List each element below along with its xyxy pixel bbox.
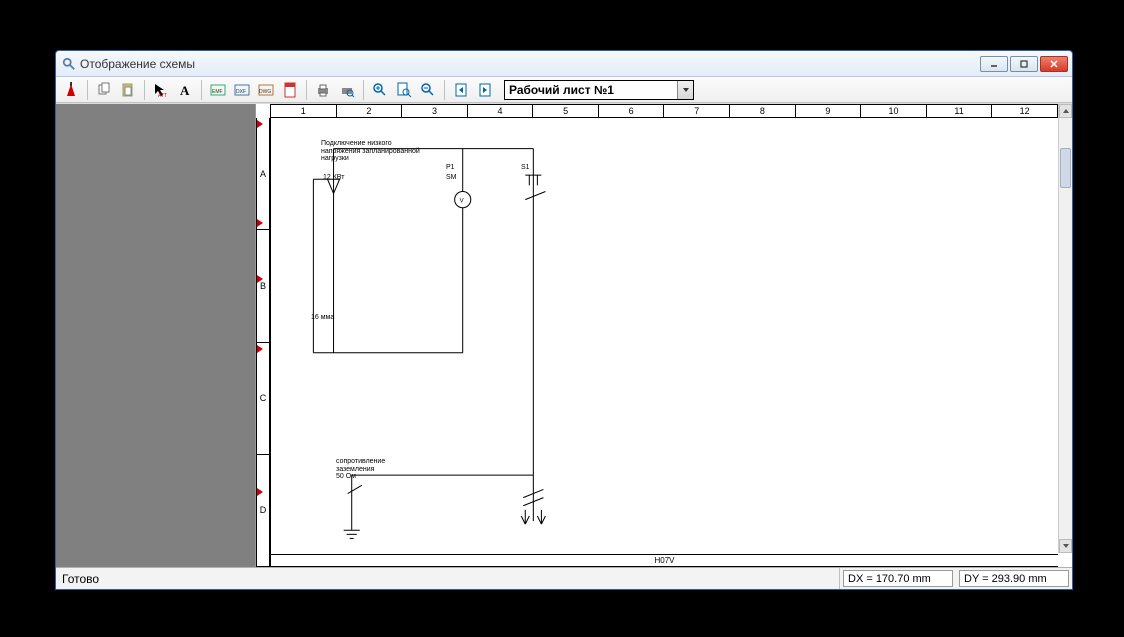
separator <box>201 80 202 100</box>
app-window: Отображение схемы ATT A <box>55 50 1073 590</box>
titlebar: Отображение схемы <box>56 51 1072 77</box>
drawing-area[interactable]: 1 2 3 4 5 6 7 8 9 10 11 12 A <box>256 104 1072 567</box>
toolbar: ATT A EMF DXF DWG <box>56 77 1072 103</box>
export-dwg-button[interactable]: DWG <box>255 79 277 101</box>
ruler-col: 1 <box>271 105 337 117</box>
svg-text:A: A <box>180 83 190 98</box>
svg-text:DXF: DXF <box>236 89 246 95</box>
chevron-down-icon <box>677 81 693 99</box>
marker-icon <box>257 219 263 227</box>
print-button[interactable] <box>312 79 334 101</box>
separator <box>306 80 307 100</box>
sheet-select-label: Рабочий лист №1 <box>509 83 614 97</box>
ruler-row: C <box>257 343 269 455</box>
scroll-thumb[interactable] <box>1060 148 1071 188</box>
svg-text:EMF: EMF <box>212 89 223 95</box>
pointer-att-button[interactable]: ATT <box>150 79 172 101</box>
ruler-col: 5 <box>533 105 599 117</box>
separator <box>363 80 364 100</box>
separator <box>444 80 445 100</box>
status-dy: DY = 293.90 mm <box>959 570 1069 587</box>
drawing-border <box>271 554 1058 555</box>
marker-icon <box>257 120 263 128</box>
separator <box>87 80 88 100</box>
zoom-out-button[interactable] <box>417 79 439 101</box>
ruler-col: 11 <box>927 105 993 117</box>
sheet-select[interactable]: Рабочий лист №1 <box>504 80 694 100</box>
ruler-col: 8 <box>730 105 796 117</box>
marker-icon <box>257 275 263 283</box>
copy-button[interactable] <box>93 79 115 101</box>
prev-sheet-button[interactable] <box>450 79 472 101</box>
ruler-col: 6 <box>599 105 665 117</box>
svg-text:ATT: ATT <box>158 93 167 98</box>
ruler-row: A <box>257 118 269 230</box>
minimize-button[interactable] <box>980 56 1008 72</box>
horizontal-ruler: 1 2 3 4 5 6 7 8 9 10 11 12 <box>270 104 1058 118</box>
schematic-label: сопротивление заземления 50 Ом <box>336 458 385 481</box>
print-preview-button[interactable] <box>336 79 358 101</box>
next-sheet-button[interactable] <box>474 79 496 101</box>
ruler-col: 4 <box>468 105 534 117</box>
marker-icon <box>257 488 263 496</box>
export-emf-button[interactable]: EMF <box>207 79 229 101</box>
ruler-col: 9 <box>796 105 862 117</box>
schematic-label: 16 мма <box>311 314 334 321</box>
marker-icon <box>257 345 263 353</box>
status-text: Готово <box>56 568 840 589</box>
schematic-label: S1 <box>521 164 530 171</box>
vertical-ruler: A B C D <box>256 118 270 567</box>
ruler-col: 7 <box>664 105 730 117</box>
zoom-in-button[interactable] <box>369 79 391 101</box>
schematic-svg: V <box>271 118 1058 567</box>
drawing-footer-label: H07V <box>654 556 674 565</box>
schematic-canvas[interactable]: V <box>270 118 1058 567</box>
schematic-label: P1 <box>446 164 455 171</box>
text-button[interactable]: A <box>174 79 196 101</box>
vertical-scrollbar[interactable] <box>1058 104 1072 553</box>
scroll-up-button[interactable] <box>1059 104 1072 118</box>
exit-button[interactable] <box>60 79 82 101</box>
workspace: 1 2 3 4 5 6 7 8 9 10 11 12 A <box>56 103 1072 567</box>
statusbar: Готово DX = 170.70 mm DY = 293.90 mm <box>56 567 1072 589</box>
schematic-label: 12 КВт <box>323 174 344 181</box>
ruler-col: 2 <box>337 105 403 117</box>
svg-text:DWG: DWG <box>259 89 271 95</box>
window-title: Отображение схемы <box>80 57 980 71</box>
paste-button[interactable] <box>117 79 139 101</box>
maximize-button[interactable] <box>1010 56 1038 72</box>
ruler-col: 3 <box>402 105 468 117</box>
svg-text:V: V <box>460 198 465 205</box>
ruler-row: D <box>257 455 269 566</box>
schematic-label: Подключение низкого напряжения запланиро… <box>321 140 420 163</box>
left-panel <box>56 104 256 567</box>
ruler-col: 10 <box>861 105 927 117</box>
schematic-label: SM <box>446 174 457 181</box>
status-dx: DX = 170.70 mm <box>843 570 953 587</box>
ruler-row: B <box>257 230 269 342</box>
app-icon <box>62 57 76 71</box>
export-dxf-button[interactable]: DXF <box>231 79 253 101</box>
zoom-page-button[interactable] <box>393 79 415 101</box>
separator <box>144 80 145 100</box>
ruler-col: 12 <box>992 105 1057 117</box>
export-pdf-button[interactable] <box>279 79 301 101</box>
scroll-down-button[interactable] <box>1059 539 1072 553</box>
drawing-border <box>271 566 1058 567</box>
close-button[interactable] <box>1040 56 1068 72</box>
